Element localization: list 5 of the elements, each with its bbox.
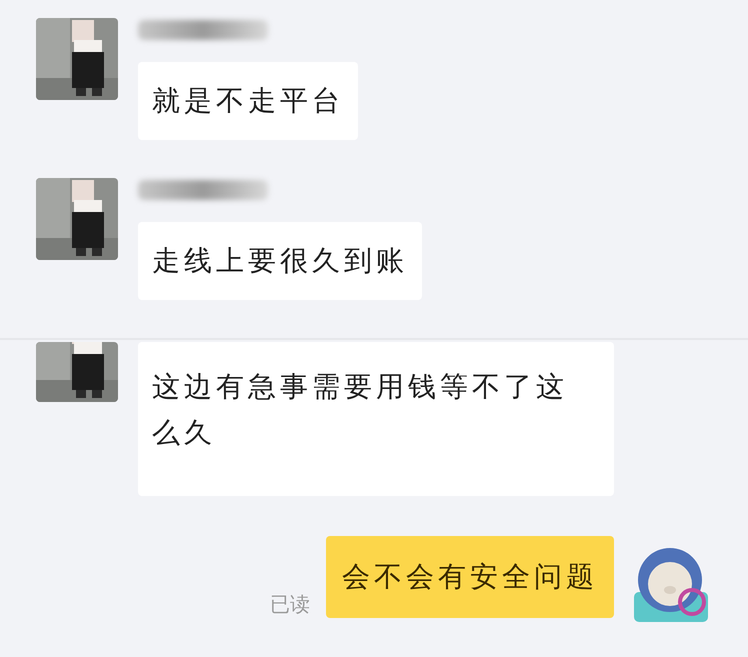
message-bubble: 走线上要很久到账 (138, 222, 422, 300)
message-bubble: 这边有急事需要用钱等不了这么久 (138, 342, 614, 496)
read-status: 已读 (270, 591, 310, 618)
message-bubble: 会不会有安全问题 (326, 536, 614, 618)
message-bubble: 就是不走平台 (138, 62, 358, 140)
